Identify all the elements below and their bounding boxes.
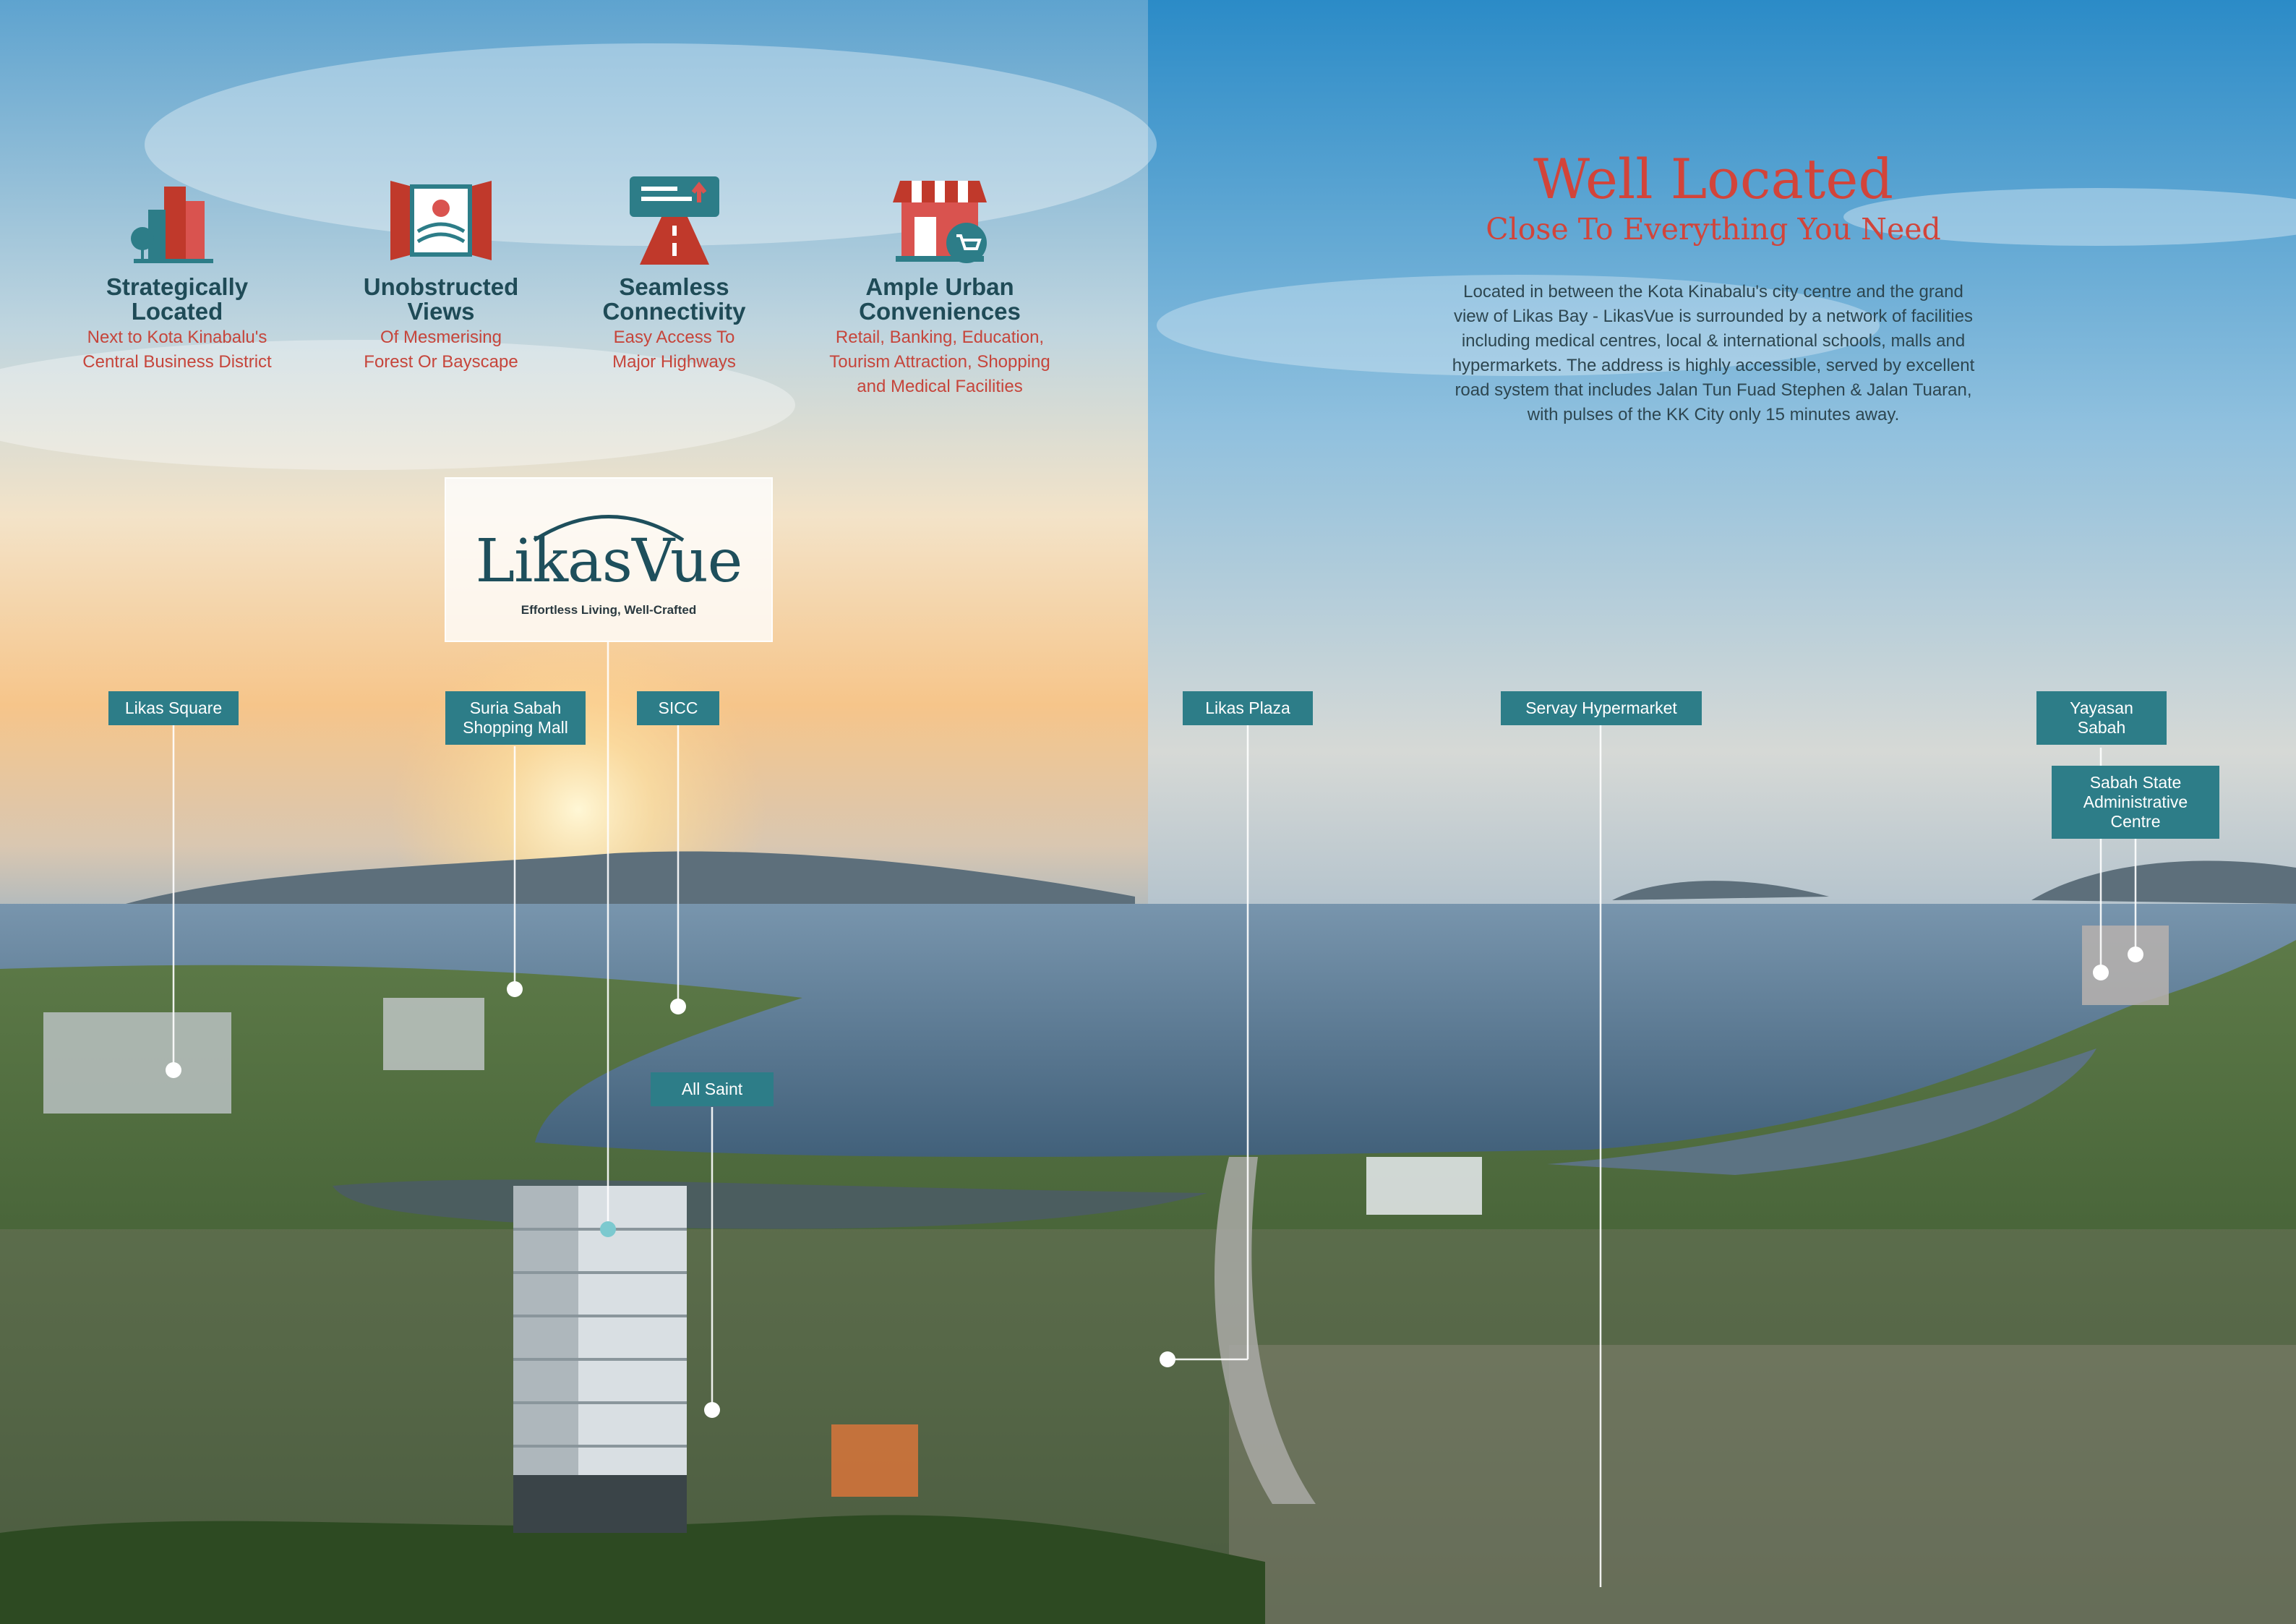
feature-ample-urban-conveniences: Ample Urban Conveniences Retail, Banking… [802, 174, 1077, 399]
window-view-icon [390, 181, 492, 260]
feature-strategically-located: Strategically Located Next to Kota Kinab… [51, 174, 304, 375]
feature-title: Ample Urban [865, 273, 1014, 300]
logo-tagline: Effortless Living, Well-Crafted [521, 603, 697, 617]
feature-title: Located [131, 298, 223, 325]
poi-label-likas-plaza[interactable]: Likas Plaza [1183, 691, 1313, 725]
poi-label-text: Administrative [2083, 792, 2188, 811]
feature-subtitle: Major Highways [612, 352, 736, 372]
poi-label-likas-square[interactable]: Likas Square [108, 691, 239, 725]
poi-label-text: All Saint [681, 1080, 743, 1098]
highway-road-icon [629, 176, 719, 265]
logo-arc-icon [533, 515, 685, 542]
poi-label-text: Sabah State [2089, 773, 2182, 792]
intro-line: including medical centres, local & inter… [1461, 331, 1966, 351]
poi-label-text: Sabah [2077, 718, 2126, 737]
feature-subtitle: Easy Access To [613, 328, 735, 347]
feature-title: Connectivity [602, 298, 746, 325]
feature-title: Strategically [106, 273, 249, 300]
feature-subtitle: Next to Kota Kinabalu's [87, 328, 267, 347]
page-title: Well Located [1533, 147, 1893, 211]
feature-subtitle: Central Business District [82, 352, 272, 372]
feature-subtitle: and Medical Facilities [857, 377, 1023, 396]
poi-label-text: Likas Plaza [1205, 698, 1290, 717]
likasvue-logo: LikasVue Effortless Living, Well-Crafted [445, 477, 773, 642]
city-buildings-icon [131, 187, 213, 263]
feature-title: Seamless [619, 273, 729, 300]
poi-label-text: Yayasan [2070, 698, 2133, 717]
feature-subtitle: Forest Or Bayscape [364, 352, 518, 372]
well-located-section: Well Located Close To Everything You Nee… [1374, 148, 2053, 427]
feature-seamless-connectivity: Seamless Connectivity Easy Access To Maj… [578, 174, 770, 375]
poi-label-suria-sabah[interactable]: Suria Sabah Shopping Mall [445, 691, 586, 745]
poi-label-sabah-state-admin-centre[interactable]: Sabah State Administrative Centre [2052, 766, 2219, 839]
intro-line: with pulses of the KK City only 15 minut… [1527, 405, 1900, 424]
poi-label-yayasan-sabah[interactable]: Yayasan Sabah [2036, 691, 2167, 745]
feature-title: Conveniences [859, 298, 1021, 325]
poi-label-text: Suria Sabah [469, 698, 562, 717]
intro-line: hypermarkets. The address is highly acce… [1452, 356, 1975, 375]
poi-label-all-saint[interactable]: All Saint [651, 1072, 774, 1106]
poi-label-text: Shopping Mall [463, 718, 568, 737]
intro-line: Located in between the Kota Kinabalu's c… [1463, 282, 1963, 302]
feature-subtitle: Tourism Attraction, Shopping [829, 352, 1050, 372]
poi-label-sicc[interactable]: SICC [637, 691, 719, 725]
feature-unobstructed-views: Unobstructed Views Of Mesmerising Forest… [318, 174, 564, 375]
shop-cart-icon [893, 181, 987, 263]
feature-subtitle: Retail, Banking, Education, [835, 328, 1045, 347]
poi-label-text: Likas Square [124, 698, 223, 717]
feature-subtitle: Of Mesmerising [380, 328, 502, 347]
intro-line: road system that includes Jalan Tun Fuad… [1455, 380, 1972, 400]
poi-label-servay-hypermarket[interactable]: Servay Hypermarket [1501, 691, 1702, 725]
poi-label-text: Centre [2110, 812, 2161, 831]
feature-title: Unobstructed [363, 273, 519, 300]
intro-line: view of Likas Bay - LikasVue is surround… [1453, 307, 1974, 326]
poi-label-text: SICC [658, 698, 698, 717]
page-subtitle: Close To Everything You Need [1486, 212, 1941, 247]
poi-label-text: Servay Hypermarket [1525, 698, 1677, 717]
feature-title: Views [407, 298, 475, 325]
intro-paragraph: Located in between the Kota Kinabalu's c… [1374, 280, 2053, 427]
